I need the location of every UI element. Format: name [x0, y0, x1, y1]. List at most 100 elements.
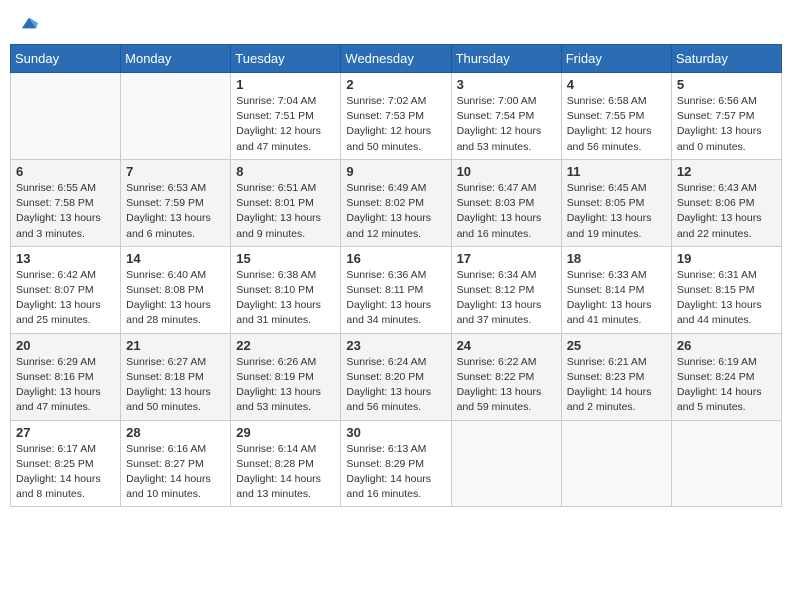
calendar-day-cell: 25 Sunrise: 6:21 AM Sunset: 8:23 PM Dayli… — [561, 333, 671, 420]
day-info: Sunrise: 6:13 AM Sunset: 8:29 PM Dayligh… — [346, 442, 445, 503]
day-number: 26 — [677, 338, 776, 353]
calendar-day-cell — [11, 73, 121, 160]
day-number: 14 — [126, 251, 225, 266]
calendar-header-row: SundayMondayTuesdayWednesdayThursdayFrid… — [11, 45, 782, 73]
calendar-day-cell: 30 Sunrise: 6:13 AM Sunset: 8:29 PM Dayli… — [341, 420, 451, 507]
day-number: 28 — [126, 425, 225, 440]
calendar-day-cell: 8 Sunrise: 6:51 AM Sunset: 8:01 PM Daylig… — [231, 159, 341, 246]
calendar-day-cell: 18 Sunrise: 6:33 AM Sunset: 8:14 PM Dayli… — [561, 246, 671, 333]
day-info: Sunrise: 6:24 AM Sunset: 8:20 PM Dayligh… — [346, 355, 445, 416]
day-info: Sunrise: 6:43 AM Sunset: 8:06 PM Dayligh… — [677, 181, 776, 242]
calendar-day-cell: 1 Sunrise: 7:04 AM Sunset: 7:51 PM Daylig… — [231, 73, 341, 160]
day-info: Sunrise: 6:27 AM Sunset: 8:18 PM Dayligh… — [126, 355, 225, 416]
calendar-day-cell: 17 Sunrise: 6:34 AM Sunset: 8:12 PM Dayli… — [451, 246, 561, 333]
logo-icon — [20, 14, 38, 32]
day-info: Sunrise: 6:16 AM Sunset: 8:27 PM Dayligh… — [126, 442, 225, 503]
calendar-day-header: Tuesday — [231, 45, 341, 73]
day-number: 29 — [236, 425, 335, 440]
calendar-week-row: 20 Sunrise: 6:29 AM Sunset: 8:16 PM Dayli… — [11, 333, 782, 420]
day-number: 7 — [126, 164, 225, 179]
day-info: Sunrise: 7:00 AM Sunset: 7:54 PM Dayligh… — [457, 94, 556, 155]
calendar-day-cell: 3 Sunrise: 7:00 AM Sunset: 7:54 PM Daylig… — [451, 73, 561, 160]
calendar-day-cell: 10 Sunrise: 6:47 AM Sunset: 8:03 PM Dayli… — [451, 159, 561, 246]
day-number: 5 — [677, 77, 776, 92]
day-number: 18 — [567, 251, 666, 266]
day-info: Sunrise: 6:56 AM Sunset: 7:57 PM Dayligh… — [677, 94, 776, 155]
calendar-day-cell: 16 Sunrise: 6:36 AM Sunset: 8:11 PM Dayli… — [341, 246, 451, 333]
day-info: Sunrise: 6:53 AM Sunset: 7:59 PM Dayligh… — [126, 181, 225, 242]
day-number: 25 — [567, 338, 666, 353]
calendar-day-cell: 2Sunrise: 7:02 AM Sunset: 7:53 PM Daylig… — [341, 73, 451, 160]
day-number: 27 — [16, 425, 115, 440]
calendar-day-cell: 4Sunrise: 6:58 AM Sunset: 7:55 PM Daylig… — [561, 73, 671, 160]
day-info: Sunrise: 6:31 AM Sunset: 8:15 PM Dayligh… — [677, 268, 776, 329]
day-number: 23 — [346, 338, 445, 353]
calendar-day-header: Wednesday — [341, 45, 451, 73]
day-info: Sunrise: 6:47 AM Sunset: 8:03 PM Dayligh… — [457, 181, 556, 242]
day-info: Sunrise: 6:55 AM Sunset: 7:58 PM Dayligh… — [16, 181, 115, 242]
calendar-week-row: 13 Sunrise: 6:42 AM Sunset: 8:07 PM Dayli… — [11, 246, 782, 333]
day-number: 16 — [346, 251, 445, 266]
calendar-day-cell: 27 Sunrise: 6:17 AM Sunset: 8:25 PM Dayli… — [11, 420, 121, 507]
day-info: Sunrise: 6:26 AM Sunset: 8:19 PM Dayligh… — [236, 355, 335, 416]
calendar-day-cell: 7 Sunrise: 6:53 AM Sunset: 7:59 PM Daylig… — [121, 159, 231, 246]
day-info: Sunrise: 6:33 AM Sunset: 8:14 PM Dayligh… — [567, 268, 666, 329]
calendar-day-cell: 24 Sunrise: 6:22 AM Sunset: 8:22 PM Dayli… — [451, 333, 561, 420]
day-number: 8 — [236, 164, 335, 179]
calendar-day-cell: 12 Sunrise: 6:43 AM Sunset: 8:06 PM Dayli… — [671, 159, 781, 246]
day-number: 30 — [346, 425, 445, 440]
day-info: Sunrise: 6:45 AM Sunset: 8:05 PM Dayligh… — [567, 181, 666, 242]
calendar-week-row: 1 Sunrise: 7:04 AM Sunset: 7:51 PM Daylig… — [11, 73, 782, 160]
day-info: Sunrise: 6:14 AM Sunset: 8:28 PM Dayligh… — [236, 442, 335, 503]
day-number: 3 — [457, 77, 556, 92]
calendar-day-cell: 6 Sunrise: 6:55 AM Sunset: 7:58 PM Daylig… — [11, 159, 121, 246]
day-info: Sunrise: 6:58 AM Sunset: 7:55 PM Dayligh… — [567, 94, 666, 155]
day-info: Sunrise: 6:34 AM Sunset: 8:12 PM Dayligh… — [457, 268, 556, 329]
calendar-day-cell: 5 Sunrise: 6:56 AM Sunset: 7:57 PM Daylig… — [671, 73, 781, 160]
calendar-day-header: Sunday — [11, 45, 121, 73]
calendar-day-cell: 21 Sunrise: 6:27 AM Sunset: 8:18 PM Dayli… — [121, 333, 231, 420]
calendar-day-cell: 22 Sunrise: 6:26 AM Sunset: 8:19 PM Dayli… — [231, 333, 341, 420]
day-info: Sunrise: 6:19 AM Sunset: 8:24 PM Dayligh… — [677, 355, 776, 416]
day-info: Sunrise: 6:38 AM Sunset: 8:10 PM Dayligh… — [236, 268, 335, 329]
day-number: 24 — [457, 338, 556, 353]
day-number: 21 — [126, 338, 225, 353]
day-number: 20 — [16, 338, 115, 353]
day-number: 15 — [236, 251, 335, 266]
day-info: Sunrise: 6:17 AM Sunset: 8:25 PM Dayligh… — [16, 442, 115, 503]
day-number: 6 — [16, 164, 115, 179]
day-info: Sunrise: 7:04 AM Sunset: 7:51 PM Dayligh… — [236, 94, 335, 155]
day-number: 13 — [16, 251, 115, 266]
calendar-day-cell: 9 Sunrise: 6:49 AM Sunset: 8:02 PM Daylig… — [341, 159, 451, 246]
day-info: Sunrise: 6:29 AM Sunset: 8:16 PM Dayligh… — [16, 355, 115, 416]
calendar-day-cell — [561, 420, 671, 507]
day-number: 22 — [236, 338, 335, 353]
day-number: 11 — [567, 164, 666, 179]
day-number: 9 — [346, 164, 445, 179]
day-number: 1 — [236, 77, 335, 92]
day-number: 12 — [677, 164, 776, 179]
day-info: Sunrise: 6:51 AM Sunset: 8:01 PM Dayligh… — [236, 181, 335, 242]
calendar-week-row: 27 Sunrise: 6:17 AM Sunset: 8:25 PM Dayli… — [11, 420, 782, 507]
day-number: 2 — [346, 77, 445, 92]
calendar-day-cell: 11 Sunrise: 6:45 AM Sunset: 8:05 PM Dayli… — [561, 159, 671, 246]
calendar-day-header: Saturday — [671, 45, 781, 73]
calendar-day-cell: 26 Sunrise: 6:19 AM Sunset: 8:24 PM Dayli… — [671, 333, 781, 420]
logo — [18, 14, 38, 32]
day-number: 19 — [677, 251, 776, 266]
calendar-day-header: Monday — [121, 45, 231, 73]
day-info: Sunrise: 6:36 AM Sunset: 8:11 PM Dayligh… — [346, 268, 445, 329]
calendar-week-row: 6 Sunrise: 6:55 AM Sunset: 7:58 PM Daylig… — [11, 159, 782, 246]
calendar-day-cell: 14Sunrise: 6:40 AM Sunset: 8:08 PM Dayli… — [121, 246, 231, 333]
calendar-table: SundayMondayTuesdayWednesdayThursdayFrid… — [10, 44, 782, 507]
page-header — [10, 10, 782, 36]
day-number: 10 — [457, 164, 556, 179]
calendar-day-cell: 29 Sunrise: 6:14 AM Sunset: 8:28 PM Dayli… — [231, 420, 341, 507]
day-info: Sunrise: 6:42 AM Sunset: 8:07 PM Dayligh… — [16, 268, 115, 329]
calendar-day-cell: 23 Sunrise: 6:24 AM Sunset: 8:20 PM Dayli… — [341, 333, 451, 420]
calendar-day-cell: 15 Sunrise: 6:38 AM Sunset: 8:10 PM Dayli… — [231, 246, 341, 333]
day-info: Sunrise: 6:22 AM Sunset: 8:22 PM Dayligh… — [457, 355, 556, 416]
day-number: 17 — [457, 251, 556, 266]
day-info: Sunrise: 6:21 AM Sunset: 8:23 PM Dayligh… — [567, 355, 666, 416]
day-info: Sunrise: 6:49 AM Sunset: 8:02 PM Dayligh… — [346, 181, 445, 242]
